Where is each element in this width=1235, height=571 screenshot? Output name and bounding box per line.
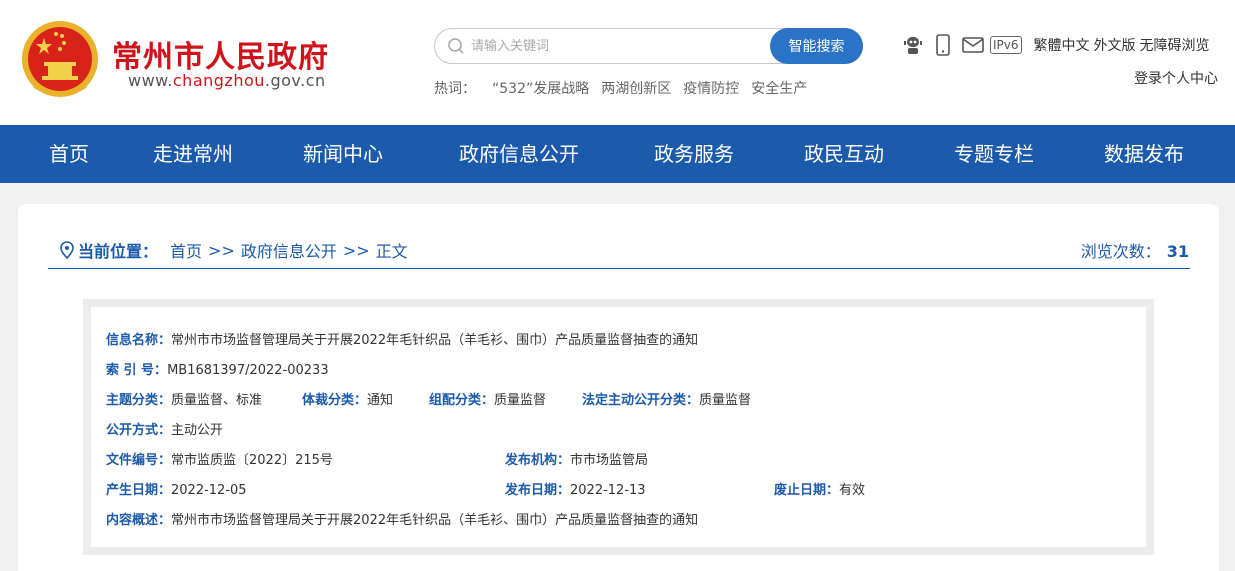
info-value: 2022-12-05 bbox=[171, 483, 247, 498]
site-domain: www.changzhou.gov.cn bbox=[128, 71, 326, 90]
nav-item-topics[interactable]: 专题专栏 bbox=[954, 125, 1034, 183]
nav-item-news[interactable]: 新闻中心 bbox=[303, 125, 383, 183]
search-input[interactable] bbox=[471, 35, 761, 57]
breadcrumb-label: 当前位置： bbox=[78, 242, 159, 261]
search-button[interactable]: 智能搜索 bbox=[770, 28, 863, 64]
traditional-chinese-link[interactable]: 繁體中文 bbox=[1034, 38, 1090, 54]
nav-item-interaction[interactable]: 政民互动 bbox=[804, 125, 884, 183]
site-title[interactable]: 常州市人民政府 bbox=[112, 32, 329, 76]
hotword-link[interactable]: 两湖创新区 bbox=[601, 81, 671, 97]
info-label: 产生日期： bbox=[106, 483, 172, 498]
breadcrumb-separator: >> bbox=[208, 240, 235, 260]
info-value: MB1681397/2022-00233 bbox=[167, 363, 329, 378]
nav-item-home[interactable]: 首页 bbox=[49, 125, 89, 183]
domain-suffix: .gov.cn bbox=[264, 71, 326, 90]
hotword-link[interactable]: 疫情防控 bbox=[683, 81, 739, 97]
header-tools: IPv6 繁體中文 外文版 无障碍浏览 bbox=[900, 32, 1210, 58]
nav-item-data[interactable]: 数据发布 bbox=[1104, 125, 1184, 183]
info-row-name: 信息名称：常州市市场监督管理局关于开展2022年毛针织品（羊毛衫、围巾）产品质量… bbox=[106, 329, 698, 348]
view-count: 浏览次数： 31 bbox=[1081, 238, 1189, 262]
view-count-value: 31 bbox=[1166, 242, 1189, 261]
info-label: 内容概述： bbox=[106, 513, 172, 528]
domain-main: changzhou bbox=[172, 71, 265, 90]
hotword-link[interactable]: 安全生产 bbox=[751, 81, 807, 97]
national-emblem-icon[interactable] bbox=[20, 18, 100, 100]
info-row-index: 索 引 号：MB1681397/2022-00233 bbox=[106, 359, 329, 378]
info-value: 市市场监管局 bbox=[570, 453, 649, 468]
info-row-summary: 内容概述：常州市市场监督管理局关于开展2022年毛针织品（羊毛衫、围巾）产品质量… bbox=[106, 509, 698, 528]
info-label: 主题分类： bbox=[106, 393, 172, 408]
info-row-org: 组配分类：质量监督 bbox=[429, 389, 546, 408]
info-value: 有效 bbox=[839, 483, 866, 498]
domain-prefix: www. bbox=[128, 71, 173, 90]
info-value: 质量监督 bbox=[494, 393, 547, 408]
info-row-publisher: 发布机构：市市场监管局 bbox=[505, 449, 648, 468]
site-header: 常州市人民政府 www.changzhou.gov.cn 智能搜索 热词： “53… bbox=[0, 0, 1235, 125]
content-card: 当前位置： 首页 >> 政府信息公开 >> 正文 浏览次数： 31 信息名称：常州… bbox=[18, 204, 1219, 571]
breadcrumb-home[interactable]: 首页 bbox=[170, 238, 202, 262]
info-label: 发布机构： bbox=[505, 453, 571, 468]
info-label: 法定主动公开分类： bbox=[582, 393, 700, 408]
foreign-language-link[interactable]: 外文版 bbox=[1094, 38, 1136, 54]
accessible-browse-link[interactable]: 无障碍浏览 bbox=[1140, 38, 1210, 54]
mail-icon[interactable] bbox=[960, 32, 986, 58]
hotwords: 热词： “532”发展战略 两湖创新区 疫情防控 安全生产 bbox=[434, 78, 819, 98]
mobile-icon[interactable] bbox=[930, 32, 956, 58]
info-row-legal: 法定主动公开分类：质量监督 bbox=[582, 389, 751, 408]
nav-item-about[interactable]: 走进常州 bbox=[153, 125, 233, 183]
info-value: 质量监督 bbox=[699, 393, 752, 408]
info-value: 常州市市场监督管理局关于开展2022年毛针织品（羊毛衫、围巾）产品质量监督抽查的… bbox=[171, 333, 699, 348]
hotword-link[interactable]: “532”发展战略 bbox=[492, 81, 589, 97]
info-label: 信息名称： bbox=[106, 333, 172, 348]
breadcrumb-gov-info[interactable]: 政府信息公开 bbox=[241, 238, 337, 262]
info-table: 信息名称：常州市市场监督管理局关于开展2022年毛针织品（羊毛衫、围巾）产品质量… bbox=[91, 307, 1146, 547]
info-label: 索 引 号： bbox=[106, 363, 168, 378]
info-row-published: 发布日期：2022-12-13 bbox=[505, 479, 646, 498]
main-nav: 首页 走进常州 新闻中心 政府信息公开 政务服务 政民互动 专题专栏 数据发布 bbox=[0, 125, 1235, 183]
view-count-label: 浏览次数： bbox=[1080, 242, 1161, 261]
info-value: 通知 bbox=[367, 393, 394, 408]
info-label: 废止日期： bbox=[774, 483, 840, 498]
info-row-genre: 体裁分类：通知 bbox=[302, 389, 393, 408]
info-label: 体裁分类： bbox=[302, 393, 368, 408]
info-row-expire: 废止日期：有效 bbox=[774, 479, 865, 498]
header-links: 繁體中文 外文版 无障碍浏览 bbox=[1030, 35, 1210, 55]
location-pin-icon bbox=[60, 241, 74, 259]
info-row-topic: 主题分类：质量监督、标准 bbox=[106, 389, 262, 408]
search-box: 智能搜索 bbox=[434, 28, 863, 64]
info-row-mode: 公开方式：主动公开 bbox=[106, 419, 223, 438]
breadcrumb-current: 正文 bbox=[375, 242, 408, 261]
info-value: 质量监督、标准 bbox=[171, 393, 263, 408]
info-label: 组配分类： bbox=[429, 393, 495, 408]
hotwords-label: 热词： bbox=[434, 81, 476, 97]
info-label: 文件编号： bbox=[106, 453, 172, 468]
breadcrumb-separator: >> bbox=[342, 240, 370, 260]
login-link[interactable]: 登录个人中心 bbox=[1134, 68, 1218, 88]
info-row-created: 产生日期：2022-12-05 bbox=[106, 479, 247, 498]
info-label: 发布日期： bbox=[505, 483, 571, 498]
nav-item-gov-info[interactable]: 政府信息公开 bbox=[459, 125, 579, 183]
breadcrumb-divider bbox=[48, 268, 1190, 269]
ipv6-badge: IPv6 bbox=[990, 36, 1022, 54]
search-icon bbox=[448, 38, 464, 54]
info-value: 2022-12-13 bbox=[570, 483, 646, 498]
info-label: 公开方式： bbox=[106, 423, 172, 438]
info-row-doc-no: 文件编号：常市监质监〔2022〕215号 bbox=[106, 449, 333, 468]
info-panel: 信息名称：常州市市场监督管理局关于开展2022年毛针织品（羊毛衫、围巾）产品质量… bbox=[83, 299, 1154, 555]
info-value: 常市监质监〔2022〕215号 bbox=[171, 453, 333, 468]
nav-item-services[interactable]: 政务服务 bbox=[654, 125, 734, 183]
robot-icon[interactable] bbox=[900, 32, 926, 58]
breadcrumb: 当前位置： 首页 >> 政府信息公开 >> 正文 bbox=[60, 238, 408, 262]
info-value: 主动公开 bbox=[171, 423, 224, 438]
info-value: 常州市市场监督管理局关于开展2022年毛针织品（羊毛衫、围巾）产品质量监督抽查的… bbox=[171, 513, 699, 528]
